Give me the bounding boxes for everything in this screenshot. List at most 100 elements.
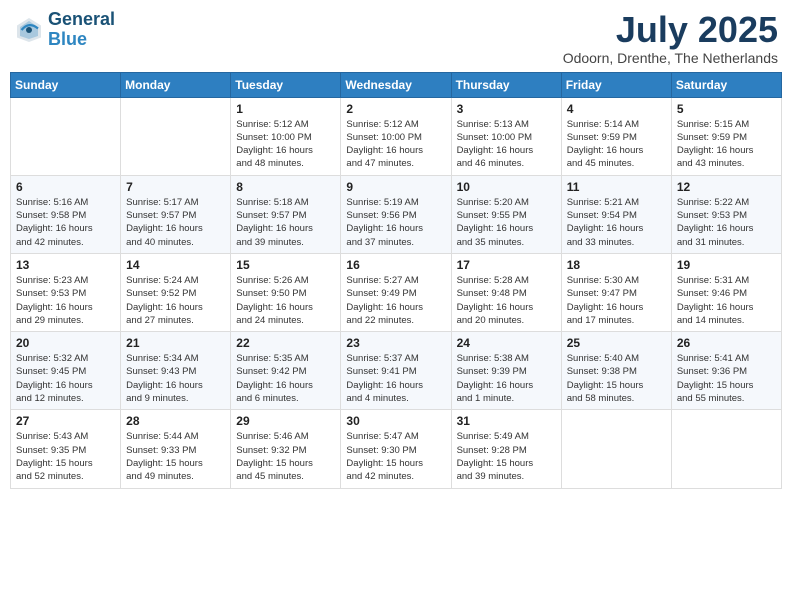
day-info: Sunrise: 5:34 AM Sunset: 9:43 PM Dayligh… bbox=[126, 352, 225, 405]
day-info: Sunrise: 5:18 AM Sunset: 9:57 PM Dayligh… bbox=[236, 196, 335, 249]
day-number: 16 bbox=[346, 258, 445, 272]
day-info: Sunrise: 5:43 AM Sunset: 9:35 PM Dayligh… bbox=[16, 430, 115, 483]
day-number: 27 bbox=[16, 414, 115, 428]
day-number: 23 bbox=[346, 336, 445, 350]
calendar-cell: 3Sunrise: 5:13 AM Sunset: 10:00 PM Dayli… bbox=[451, 97, 561, 175]
weekday-wednesday: Wednesday bbox=[341, 72, 451, 97]
calendar-cell: 6 Sunrise: 5:16 AM Sunset: 9:58 PM Daylig… bbox=[11, 175, 121, 253]
calendar-cell: 2Sunrise: 5:12 AM Sunset: 10:00 PM Dayli… bbox=[341, 97, 451, 175]
calendar-cell: 17Sunrise: 5:28 AM Sunset: 9:48 PM Dayli… bbox=[451, 253, 561, 331]
calendar-cell: 22Sunrise: 5:35 AM Sunset: 9:42 PM Dayli… bbox=[231, 332, 341, 410]
day-number: 31 bbox=[457, 414, 556, 428]
day-info: Sunrise: 5:22 AM Sunset: 9:53 PM Dayligh… bbox=[677, 196, 776, 249]
day-number: 12 bbox=[677, 180, 776, 194]
logo: GeneralBlue bbox=[14, 10, 115, 50]
week-row-1: 1 Sunrise: 5:12 AM Sunset: 10:00 PM Dayli… bbox=[11, 97, 782, 175]
day-info: Sunrise: 5:15 AM Sunset: 9:59 PM Dayligh… bbox=[677, 118, 776, 171]
calendar-cell: 16 Sunrise: 5:27 AM Sunset: 9:49 PM Dayli… bbox=[341, 253, 451, 331]
week-row-3: 13Sunrise: 5:23 AM Sunset: 9:53 PM Dayli… bbox=[11, 253, 782, 331]
day-number: 19 bbox=[677, 258, 776, 272]
day-info: Sunrise: 5:41 AM Sunset: 9:36 PM Dayligh… bbox=[677, 352, 776, 405]
location: Odoorn, Drenthe, The Netherlands bbox=[563, 50, 778, 66]
day-info: Sunrise: 5:20 AM Sunset: 9:55 PM Dayligh… bbox=[457, 196, 556, 249]
weekday-sunday: Sunday bbox=[11, 72, 121, 97]
month-title: July 2025 bbox=[563, 10, 778, 50]
day-number: 20 bbox=[16, 336, 115, 350]
day-info: Sunrise: 5:26 AM Sunset: 9:50 PM Dayligh… bbox=[236, 274, 335, 327]
calendar-cell: 30 Sunrise: 5:47 AM Sunset: 9:30 PM Dayli… bbox=[341, 410, 451, 488]
weekday-saturday: Saturday bbox=[671, 72, 781, 97]
day-number: 7 bbox=[126, 180, 225, 194]
day-info: Sunrise: 5:37 AM Sunset: 9:41 PM Dayligh… bbox=[346, 352, 445, 405]
day-info: Sunrise: 5:49 AM Sunset: 9:28 PM Dayligh… bbox=[457, 430, 556, 483]
day-number: 6 bbox=[16, 180, 115, 194]
day-number: 5 bbox=[677, 102, 776, 116]
day-info: Sunrise: 5:12 AM Sunset: 10:00 PM Daylig… bbox=[346, 118, 445, 171]
calendar-cell: 31 Sunrise: 5:49 AM Sunset: 9:28 PM Dayli… bbox=[451, 410, 561, 488]
weekday-friday: Friday bbox=[561, 72, 671, 97]
calendar-table: SundayMondayTuesdayWednesdayThursdayFrid… bbox=[10, 72, 782, 489]
calendar-cell: 7Sunrise: 5:17 AM Sunset: 9:57 PM Daylig… bbox=[121, 175, 231, 253]
calendar-cell: 18Sunrise: 5:30 AM Sunset: 9:47 PM Dayli… bbox=[561, 253, 671, 331]
calendar-cell: 28 Sunrise: 5:44 AM Sunset: 9:33 PM Dayli… bbox=[121, 410, 231, 488]
calendar-cell: 12 Sunrise: 5:22 AM Sunset: 9:53 PM Dayli… bbox=[671, 175, 781, 253]
page-header: GeneralBlue July 2025 Odoorn, Drenthe, T… bbox=[10, 10, 782, 66]
day-number: 28 bbox=[126, 414, 225, 428]
day-number: 21 bbox=[126, 336, 225, 350]
day-info: Sunrise: 5:47 AM Sunset: 9:30 PM Dayligh… bbox=[346, 430, 445, 483]
calendar-cell: 23 Sunrise: 5:37 AM Sunset: 9:41 PM Dayli… bbox=[341, 332, 451, 410]
weekday-monday: Monday bbox=[121, 72, 231, 97]
weekday-tuesday: Tuesday bbox=[231, 72, 341, 97]
day-info: Sunrise: 5:38 AM Sunset: 9:39 PM Dayligh… bbox=[457, 352, 556, 405]
day-info: Sunrise: 5:19 AM Sunset: 9:56 PM Dayligh… bbox=[346, 196, 445, 249]
calendar-cell bbox=[11, 97, 121, 175]
calendar-cell: 11 Sunrise: 5:21 AM Sunset: 9:54 PM Dayli… bbox=[561, 175, 671, 253]
day-number: 17 bbox=[457, 258, 556, 272]
day-number: 25 bbox=[567, 336, 666, 350]
day-info: Sunrise: 5:32 AM Sunset: 9:45 PM Dayligh… bbox=[16, 352, 115, 405]
day-info: Sunrise: 5:35 AM Sunset: 9:42 PM Dayligh… bbox=[236, 352, 335, 405]
calendar-cell: 1Sunrise: 5:12 AM Sunset: 10:00 PM Dayli… bbox=[231, 97, 341, 175]
title-block: July 2025 Odoorn, Drenthe, The Netherlan… bbox=[563, 10, 778, 66]
calendar-cell bbox=[561, 410, 671, 488]
day-number: 14 bbox=[126, 258, 225, 272]
calendar-cell: 29Sunrise: 5:46 AM Sunset: 9:32 PM Dayli… bbox=[231, 410, 341, 488]
day-info: Sunrise: 5:46 AM Sunset: 9:32 PM Dayligh… bbox=[236, 430, 335, 483]
calendar-cell: 15Sunrise: 5:26 AM Sunset: 9:50 PM Dayli… bbox=[231, 253, 341, 331]
calendar-cell: 26 Sunrise: 5:41 AM Sunset: 9:36 PM Dayli… bbox=[671, 332, 781, 410]
calendar-cell: 20 Sunrise: 5:32 AM Sunset: 9:45 PM Dayli… bbox=[11, 332, 121, 410]
day-info: Sunrise: 5:14 AM Sunset: 9:59 PM Dayligh… bbox=[567, 118, 666, 171]
calendar-cell: 9 Sunrise: 5:19 AM Sunset: 9:56 PM Daylig… bbox=[341, 175, 451, 253]
calendar-cell: 8 Sunrise: 5:18 AM Sunset: 9:57 PM Daylig… bbox=[231, 175, 341, 253]
day-number: 8 bbox=[236, 180, 335, 194]
day-info: Sunrise: 5:30 AM Sunset: 9:47 PM Dayligh… bbox=[567, 274, 666, 327]
day-number: 13 bbox=[16, 258, 115, 272]
calendar-cell: 27 Sunrise: 5:43 AM Sunset: 9:35 PM Dayli… bbox=[11, 410, 121, 488]
calendar-cell: 21 Sunrise: 5:34 AM Sunset: 9:43 PM Dayli… bbox=[121, 332, 231, 410]
day-number: 30 bbox=[346, 414, 445, 428]
day-number: 10 bbox=[457, 180, 556, 194]
day-number: 3 bbox=[457, 102, 556, 116]
calendar-cell: 4 Sunrise: 5:14 AM Sunset: 9:59 PM Daylig… bbox=[561, 97, 671, 175]
calendar-cell: 25 Sunrise: 5:40 AM Sunset: 9:38 PM Dayli… bbox=[561, 332, 671, 410]
weekday-thursday: Thursday bbox=[451, 72, 561, 97]
day-number: 26 bbox=[677, 336, 776, 350]
calendar-cell: 10 Sunrise: 5:20 AM Sunset: 9:55 PM Dayli… bbox=[451, 175, 561, 253]
day-info: Sunrise: 5:40 AM Sunset: 9:38 PM Dayligh… bbox=[567, 352, 666, 405]
day-info: Sunrise: 5:24 AM Sunset: 9:52 PM Dayligh… bbox=[126, 274, 225, 327]
weekday-header-row: SundayMondayTuesdayWednesdayThursdayFrid… bbox=[11, 72, 782, 97]
day-number: 11 bbox=[567, 180, 666, 194]
day-number: 4 bbox=[567, 102, 666, 116]
day-number: 1 bbox=[236, 102, 335, 116]
calendar-cell: 13Sunrise: 5:23 AM Sunset: 9:53 PM Dayli… bbox=[11, 253, 121, 331]
day-info: Sunrise: 5:16 AM Sunset: 9:58 PM Dayligh… bbox=[16, 196, 115, 249]
day-number: 9 bbox=[346, 180, 445, 194]
calendar-cell bbox=[671, 410, 781, 488]
calendar-cell: 5 Sunrise: 5:15 AM Sunset: 9:59 PM Daylig… bbox=[671, 97, 781, 175]
day-info: Sunrise: 5:27 AM Sunset: 9:49 PM Dayligh… bbox=[346, 274, 445, 327]
week-row-4: 20 Sunrise: 5:32 AM Sunset: 9:45 PM Dayli… bbox=[11, 332, 782, 410]
day-info: Sunrise: 5:21 AM Sunset: 9:54 PM Dayligh… bbox=[567, 196, 666, 249]
logo-icon bbox=[14, 15, 44, 45]
day-info: Sunrise: 5:44 AM Sunset: 9:33 PM Dayligh… bbox=[126, 430, 225, 483]
day-number: 24 bbox=[457, 336, 556, 350]
